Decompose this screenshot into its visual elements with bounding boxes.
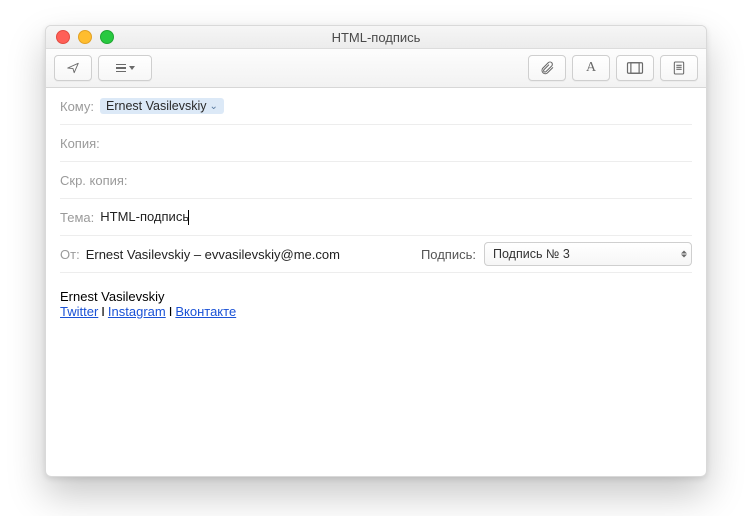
signature-select-value: Подпись № 3	[493, 247, 570, 261]
to-label: Кому:	[60, 99, 94, 114]
signature-select[interactable]: Подпись № 3	[484, 242, 692, 266]
format-button[interactable]: A	[572, 55, 610, 81]
cc-row[interactable]: Копия:	[60, 125, 692, 162]
from-row: От: Ernest Vasilevskiy – evvasilevskiy@m…	[60, 236, 692, 273]
paperclip-icon	[539, 60, 555, 76]
window-title: HTML-подпись	[46, 30, 706, 45]
from-value[interactable]: Ernest Vasilevskiy – evvasilevskiy@me.co…	[86, 247, 340, 262]
recipient-token[interactable]: Ernest Vasilevskiy ⌄	[100, 98, 224, 114]
header-fields: Кому: Ernest Vasilevskiy ⌄ Копия: Скр. к…	[46, 88, 706, 273]
close-window-button[interactable]	[56, 30, 70, 44]
signature-name: Ernest Vasilevskiy	[60, 289, 692, 304]
chevron-down-icon	[129, 66, 135, 70]
stationery-button[interactable]	[660, 55, 698, 81]
bcc-label: Скр. копия:	[60, 173, 128, 188]
signature-links: TwitterIInstagramIВконтакте	[60, 304, 692, 319]
titlebar: HTML-подпись	[46, 26, 706, 49]
signature-link-vk[interactable]: Вконтакте	[175, 304, 236, 319]
subject-input[interactable]: HTML-подпись	[100, 209, 189, 225]
text-cursor	[188, 210, 189, 225]
subject-row[interactable]: Тема: HTML-подпись	[60, 199, 692, 236]
chevron-down-icon: ⌄	[210, 101, 218, 112]
stationery-icon	[672, 60, 686, 76]
signature-separator: I	[169, 304, 173, 319]
list-icon	[116, 64, 126, 73]
signature-label: Подпись:	[421, 247, 476, 262]
to-row[interactable]: Кому: Ernest Vasilevskiy ⌄	[60, 88, 692, 125]
bcc-row[interactable]: Скр. копия:	[60, 162, 692, 199]
send-icon	[64, 61, 82, 75]
signature-link-instagram[interactable]: Instagram	[108, 304, 166, 319]
message-body[interactable]: Ernest Vasilevskiy TwitterIInstagramIВко…	[46, 273, 706, 476]
minimize-window-button[interactable]	[78, 30, 92, 44]
signature-link-twitter[interactable]: Twitter	[60, 304, 98, 319]
font-icon: A	[586, 60, 596, 76]
compose-window: HTML-подпись	[45, 25, 707, 477]
toolbar: A	[46, 49, 706, 88]
signature-separator: I	[101, 304, 105, 319]
header-fields-button[interactable]	[98, 55, 152, 81]
recipient-name: Ernest Vasilevskiy	[106, 99, 207, 113]
photo-icon	[626, 61, 644, 75]
cc-label: Копия:	[60, 136, 100, 151]
send-button[interactable]	[54, 55, 92, 81]
window-controls	[46, 30, 114, 44]
photo-browser-button[interactable]	[616, 55, 654, 81]
subject-label: Тема:	[60, 210, 94, 225]
from-label: От:	[60, 247, 80, 262]
zoom-window-button[interactable]	[100, 30, 114, 44]
attach-button[interactable]	[528, 55, 566, 81]
